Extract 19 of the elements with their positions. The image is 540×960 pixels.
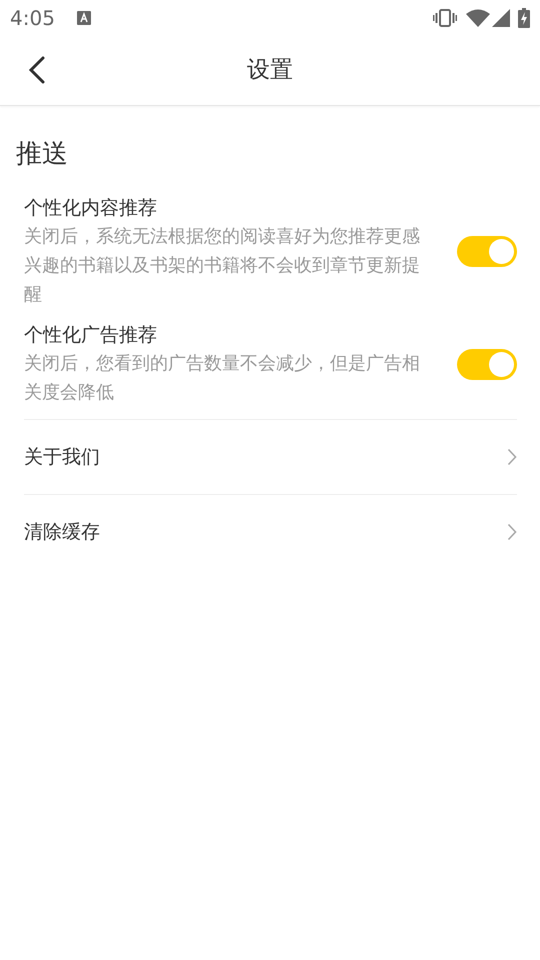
chevron-right-icon xyxy=(507,523,517,541)
toggle-switch[interactable] xyxy=(457,236,517,267)
toggle-switch[interactable] xyxy=(457,348,517,380)
keyboard-notification-icon xyxy=(76,11,91,25)
setting-description: 关闭后，系统无法根据您的阅读喜好为您推荐更感兴趣的书籍以及书架的书籍将不会收到章节更新提醒 xyxy=(24,225,421,307)
back-button[interactable] xyxy=(28,56,46,84)
setting-title: 个性化广告推荐 xyxy=(24,323,158,348)
vibrate-icon xyxy=(433,9,457,27)
signal-icon xyxy=(492,9,510,27)
status-time: 4:05 xyxy=(10,5,55,32)
battery-charging-icon xyxy=(518,8,530,28)
settings-link[interactable]: 关于我们 xyxy=(24,419,517,494)
wifi-icon xyxy=(466,9,490,27)
page-title: 设置 xyxy=(247,56,293,86)
setting-description: 关闭后，您看到的广告数量不会减少，但是广告相关度会降低 xyxy=(24,352,421,405)
section-title: 推送 xyxy=(15,138,69,171)
chevron-right-icon xyxy=(507,448,517,466)
setting-title: 个性化内容推荐 xyxy=(24,196,158,221)
settings-link[interactable]: 清除缓存 xyxy=(24,494,517,569)
